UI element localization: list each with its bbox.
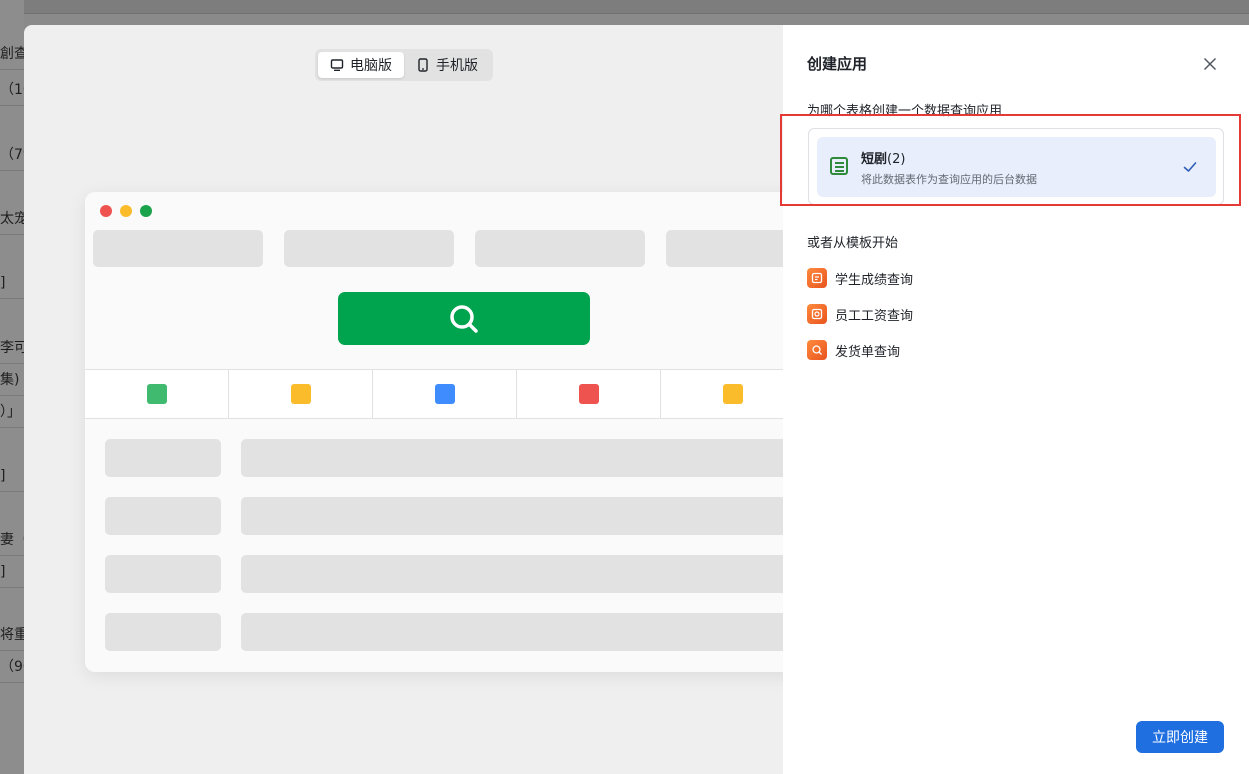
category-swatch — [290, 384, 311, 404]
mobile-view-button[interactable]: 手机版 — [404, 52, 490, 78]
background-row: 集) — [0, 364, 24, 396]
category-swatch — [434, 384, 455, 404]
table-name: 短剧(2) — [861, 148, 905, 167]
background-row: 創查 — [0, 38, 24, 70]
category-swatch — [722, 384, 743, 404]
placeholder-label — [105, 555, 221, 593]
background-row: （10 — [0, 74, 24, 106]
template-label: 发货单查询 — [835, 344, 901, 360]
panel-title: 创建应用 — [807, 55, 868, 73]
background-page: 創查 （10 （79 太宠 ] 李可 集) ）」 ] 妻（ ] 将重 （90 — [0, 0, 24, 774]
template-employee-salary[interactable]: 员工工资查询 — [807, 303, 913, 325]
table-description: 将此数据表作为查询应用的后台数据 — [861, 173, 1037, 186]
placeholder-field — [284, 230, 454, 267]
background-row: 太宠 — [0, 203, 24, 235]
window-controls — [100, 205, 152, 217]
placeholder-field — [475, 230, 645, 267]
templates-heading: 或者从模板开始 — [807, 236, 899, 251]
placeholder-value — [241, 613, 801, 651]
background-row: ] — [0, 556, 24, 588]
window-dot-green — [140, 205, 152, 217]
create-app-modal: 电脑版 手机版 创建应用 为哪个表格创建一个数据查询应用 短剧(2) 将此数据表… — [24, 25, 1249, 774]
app-preview — [85, 192, 805, 672]
template-label: 员工工资查询 — [835, 308, 914, 324]
desktop-view-label: 电脑版 — [350, 58, 392, 74]
table-option-selected[interactable]: 短剧(2) 将此数据表作为查询应用的后台数据 — [817, 137, 1216, 197]
background-row: 妻（ — [0, 524, 24, 556]
category-cell — [229, 370, 373, 418]
mobile-view-label: 手机版 — [436, 58, 478, 74]
background-row: （90 — [0, 651, 24, 683]
salary-icon — [807, 304, 827, 324]
table-selector: 短剧(2) 将此数据表作为查询应用的后台数据 — [808, 128, 1224, 205]
placeholder-value — [241, 497, 801, 535]
template-invoice[interactable]: 发货单查询 — [807, 339, 900, 361]
close-icon — [1203, 57, 1217, 71]
preview-search-button — [338, 292, 590, 345]
category-swatch — [578, 384, 599, 404]
template-label: 学生成绩查询 — [835, 272, 914, 288]
search-icon — [450, 304, 478, 333]
placeholder-value — [241, 439, 801, 477]
placeholder-label — [105, 613, 221, 651]
background-row: 将重 — [0, 619, 24, 651]
window-dot-yellow — [120, 205, 132, 217]
background-row: （79 — [0, 139, 24, 171]
template-student-grades[interactable]: 学生成绩查询 — [807, 267, 913, 289]
create-now-button[interactable]: 立即创建 — [1136, 721, 1224, 753]
background-row: ] — [0, 460, 24, 492]
check-icon — [1183, 162, 1197, 172]
table-record-count: (2) — [887, 152, 906, 167]
category-cell — [373, 370, 517, 418]
create-app-panel: 创建应用 为哪个表格创建一个数据查询应用 短剧(2) 将此数据表作为查询应用的后… — [780, 25, 1249, 774]
monitor-icon — [330, 59, 344, 72]
table-name-text: 短剧 — [861, 152, 888, 167]
report-icon — [807, 268, 827, 288]
category-cell — [85, 370, 229, 418]
placeholder-label — [105, 439, 221, 477]
desktop-view-button[interactable]: 电脑版 — [318, 52, 404, 78]
close-button[interactable] — [1199, 53, 1221, 75]
background-row: ）」 — [0, 396, 24, 428]
table-icon — [830, 157, 848, 175]
category-swatch — [146, 384, 167, 404]
background-row: 李可 — [0, 332, 24, 364]
placeholder-label — [105, 497, 221, 535]
phone-icon — [418, 58, 428, 72]
device-switch: 电脑版 手机版 — [315, 49, 493, 81]
placeholder-value — [241, 555, 801, 593]
background-row: ] — [0, 267, 24, 299]
search-doc-icon — [807, 340, 827, 360]
category-row — [85, 369, 805, 419]
background-page-header — [0, 0, 1249, 14]
window-dot-red — [100, 205, 112, 217]
category-cell — [517, 370, 661, 418]
placeholder-field — [93, 230, 263, 267]
table-question: 为哪个表格创建一个数据查询应用 — [807, 104, 1003, 119]
